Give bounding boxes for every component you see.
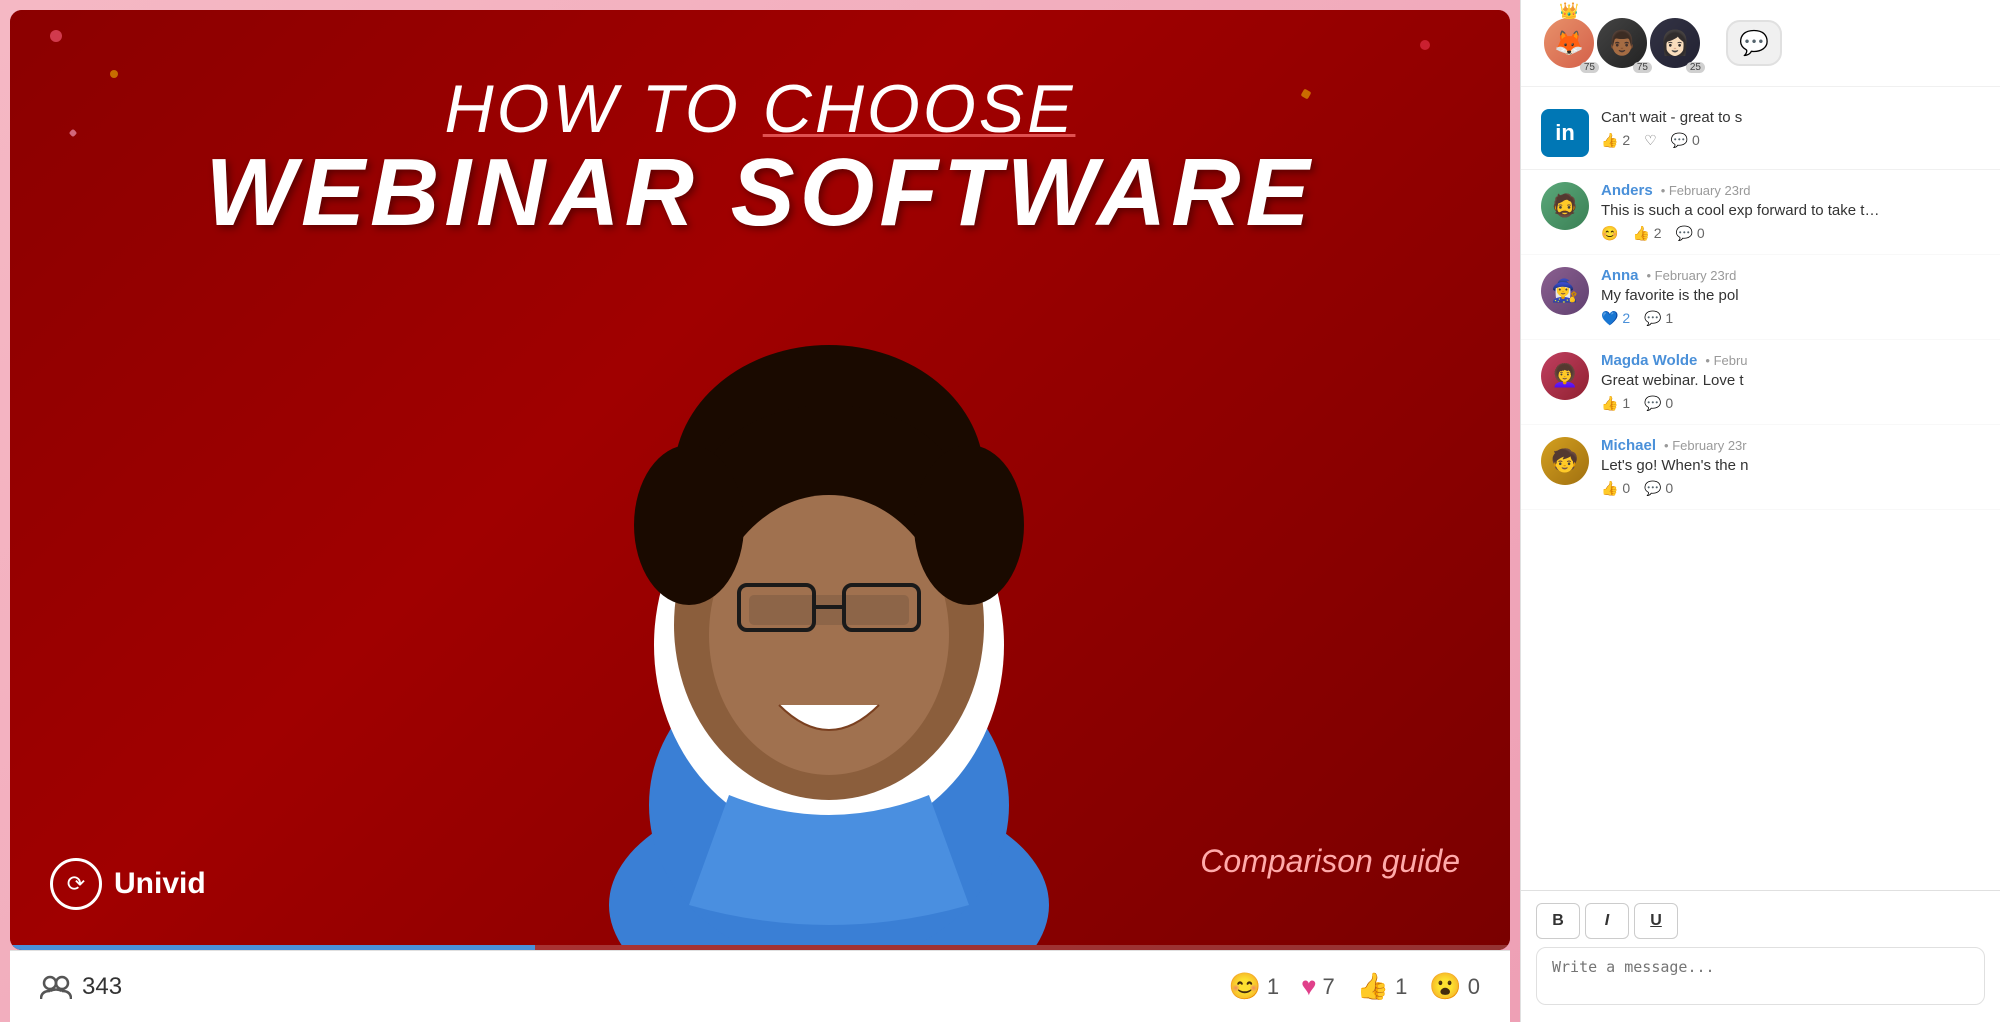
michael-react-comment: 💬 0 [1644,480,1673,497]
avatar-2-count: 75 [1633,62,1652,73]
video-progress-container[interactable] [10,945,1510,950]
anna-avatar: 🧙‍♀️ [1541,267,1589,315]
magda-msg-content: Magda Wolde • Febru Great webinar. Love … [1601,352,1980,412]
michael-msg-content: Michael • February 23r Let's go! When's … [1601,437,1980,497]
anna-react-comment: 💬 1 [1644,310,1673,327]
chat-panel: 👑 🦊 75 👨🏾 75 👩🏻 25 💬 [1520,0,2000,1022]
linkedin-react-heart: ♡ [1644,132,1657,149]
magda-name: Magda Wolde [1601,352,1697,369]
linkedin-avatar: in [1541,109,1589,157]
bold-button[interactable]: B [1536,903,1580,939]
linkedin-message: in Can't wait - great to s 👍 2 ♡ 💬 0 [1521,97,2000,170]
chat-input[interactable] [1536,947,1985,1005]
viewers-count: 343 [82,973,122,1001]
anna-name: Anna [1601,267,1639,284]
linkedin-msg-text: Can't wait - great to s [1601,109,1881,126]
magda-react-thumbs: 👍 1 [1601,395,1630,412]
reaction-heart-count: ♥ 7 [1301,971,1335,1002]
reaction-heart-val: 7 [1323,974,1335,1000]
reaction-emoji-val: 1 [1267,974,1279,1000]
viewers-section: 343 [40,973,122,1001]
magda-message: 👩‍🦱 Magda Wolde • Febru Great webinar. L… [1521,340,2000,425]
linkedin-msg-content: Can't wait - great to s 👍 2 ♡ 💬 0 [1601,109,1980,149]
anders-react-comment: 💬 0 [1676,225,1705,242]
anders-msg-content: Anders • February 23rd This is such a co… [1601,182,1980,242]
michael-reactions: 👍 0 💬 0 [1601,480,1980,497]
reaction-shock-val: 0 [1468,974,1480,1000]
michael-msg-header: Michael • February 23r [1601,437,1980,454]
viewers-icon [40,973,72,1001]
univid-logo-text: Univid [114,867,206,901]
anders-react-thumbs: 👍 2 [1632,225,1661,242]
video-choose-word: CHOOSE [763,71,1076,147]
video-progress-fill [10,945,535,950]
reaction-shock-count: 😮 0 [1429,971,1480,1002]
video-title-line1: HOW TO CHOOSE [10,70,1510,148]
reactions-section: 😊 1 ♥ 7 👍 1 😮 0 [1228,971,1480,1002]
michael-name: Michael [1601,437,1656,454]
magda-msg-header: Magda Wolde • Febru [1601,352,1980,369]
anders-msg-text: This is such a cool exp forward to take … [1601,202,1881,219]
chat-bubble-btn[interactable]: 💬 [1726,20,1782,66]
magda-avatar: 👩‍🦱 [1541,352,1589,400]
anders-time: • February 23rd [1661,183,1751,198]
anders-react-smile: 😊 [1601,225,1618,242]
anna-react-heart: 💙 2 [1601,310,1630,327]
video-frame: HOW TO CHOOSE WEBINAR SOFTWARE [10,10,1510,950]
magda-time: • Febru [1705,353,1747,368]
reaction-emoji-count: 😊 1 [1228,971,1279,1002]
anders-msg-header: Anders • February 23rd [1601,182,1980,199]
chat-header: 👑 🦊 75 👨🏾 75 👩🏻 25 💬 [1521,0,2000,87]
crown-icon: 👑 [1559,1,1579,21]
chat-messages-list: in Can't wait - great to s 👍 2 ♡ 💬 0 🧔 A [1521,87,2000,890]
michael-time: • February 23r [1664,438,1747,453]
michael-avatar: 🧒 [1541,437,1589,485]
magda-react-comment: 💬 0 [1644,395,1673,412]
anna-reactions: 💙 2 💬 1 [1601,310,1980,327]
video-title-area: HOW TO CHOOSE WEBINAR SOFTWARE [10,70,1510,248]
michael-message: 🧒 Michael • February 23r Let's go! When'… [1521,425,2000,510]
michael-react-thumbs: 👍 0 [1601,480,1630,497]
anna-msg-content: Anna • February 23rd My favorite is the … [1601,267,1980,327]
underline-button[interactable]: U [1634,903,1678,939]
linkedin-msg-reactions: 👍 2 ♡ 💬 0 [1601,132,1980,149]
avatar-1-wrapper: 👑 🦊 75 [1541,15,1597,71]
comparison-guide-text: Comparison guide [1200,843,1460,880]
linkedin-react-thumbs: 👍 2 [1601,132,1630,149]
anna-msg-text: My favorite is the pol [1601,287,1881,304]
magda-reactions: 👍 1 💬 0 [1601,395,1980,412]
avatar-3-count: 25 [1686,62,1705,73]
avatar-2-wrapper: 👨🏾 75 [1594,15,1650,71]
anders-avatar: 🧔 [1541,182,1589,230]
video-section: HOW TO CHOOSE WEBINAR SOFTWARE [0,0,1520,1022]
avatar-1-count: 75 [1580,62,1599,73]
reaction-thumbs-count: 👍 1 [1357,971,1408,1002]
michael-msg-text: Let's go! When's the n [1601,457,1881,474]
magda-msg-text: Great webinar. Love t [1601,372,1881,389]
linkedin-react-comment: 💬 0 [1671,132,1700,149]
italic-button[interactable]: I [1585,903,1629,939]
video-bottom-bar: 343 😊 1 ♥ 7 👍 1 [10,950,1510,1022]
avatar-3-wrapper: 👩🏻 25 [1647,15,1703,71]
reaction-thumbs-val: 1 [1395,974,1407,1000]
chat-input-area: B I U [1521,890,2000,1022]
presenter-image [589,325,1069,950]
anders-name: Anders [1601,182,1653,199]
anna-time: • February 23rd [1647,268,1737,283]
video-title-line2: WEBINAR SOFTWARE [10,138,1510,248]
univid-logo-icon: ⟳ [50,858,102,910]
anna-msg-header: Anna • February 23rd [1601,267,1980,284]
univid-logo: ⟳ Univid [50,858,206,910]
anders-message: 🧔 Anders • February 23rd This is such a … [1521,170,2000,255]
anna-message: 🧙‍♀️ Anna • February 23rd My favorite is… [1521,255,2000,340]
anders-reactions: 😊 👍 2 💬 0 [1601,225,1980,242]
chat-formatting-toolbar: B I U [1536,903,1985,939]
